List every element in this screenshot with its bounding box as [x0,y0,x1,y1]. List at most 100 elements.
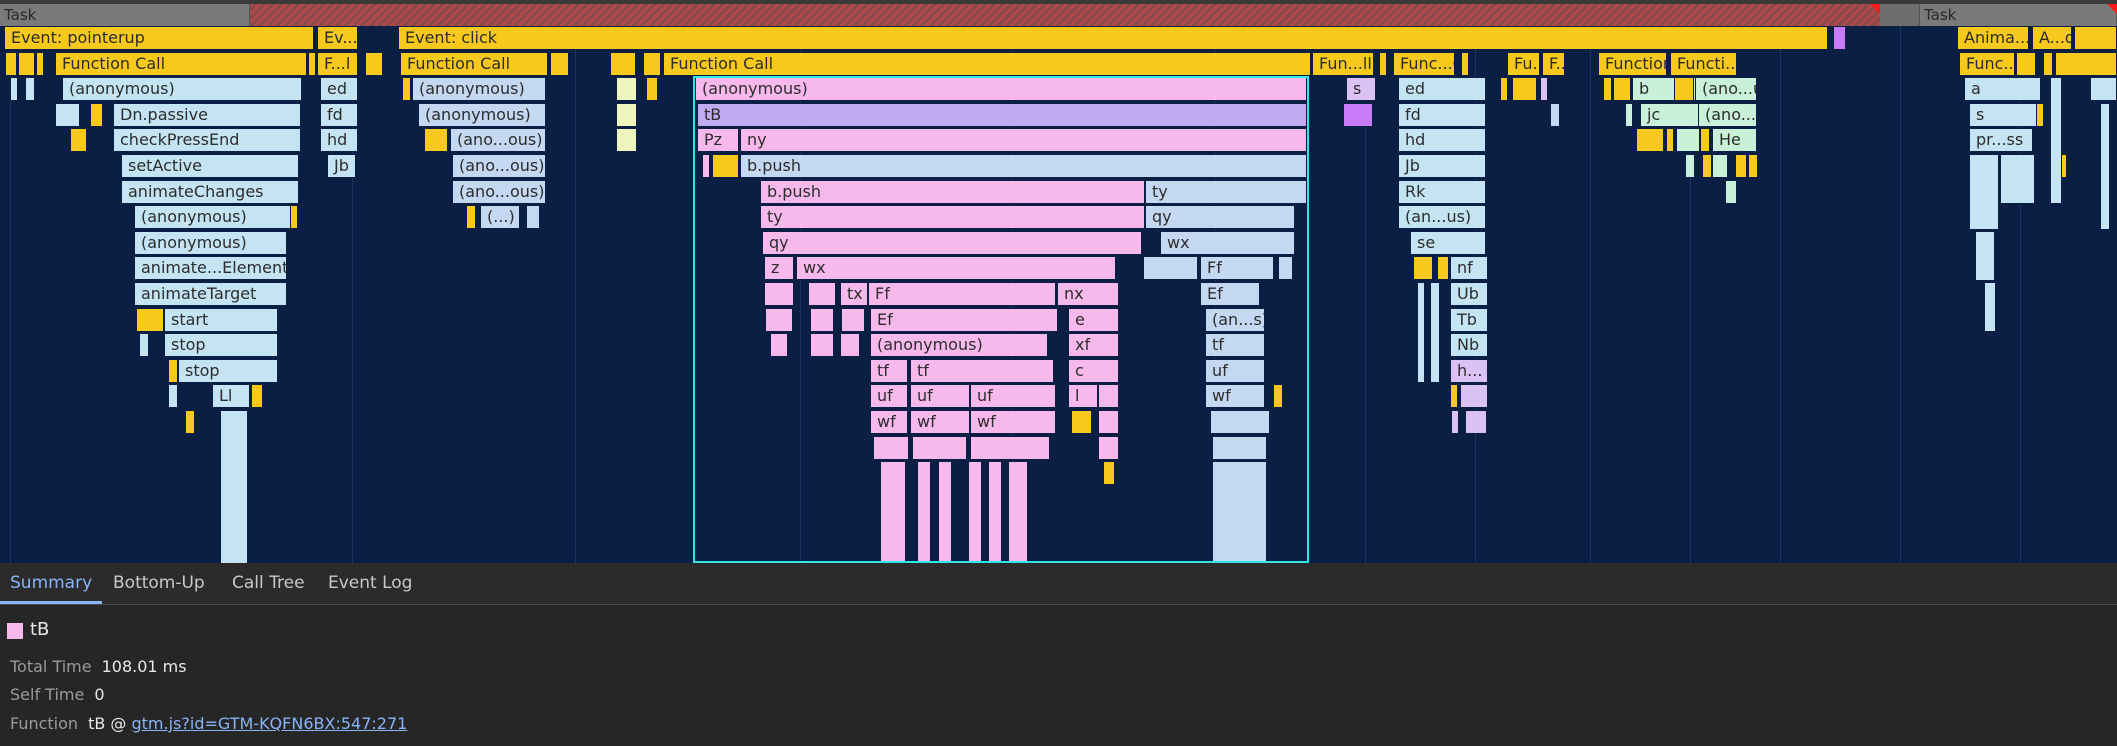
flame-frame[interactable]: wx [796,256,1116,281]
flame-frame[interactable]: (anonymous) [134,230,287,255]
source-link[interactable]: gtm.js?id=GTM-KQFN6BX:547:271 [132,714,408,733]
flame-frame[interactable] [988,461,1002,563]
flame-frame[interactable] [1103,461,1115,486]
flame-frame[interactable] [1700,128,1710,153]
flame-frame[interactable]: Ll [212,384,250,409]
flame-frame[interactable]: ty [1145,179,1307,204]
flame-frame[interactable]: (...) [480,205,520,230]
flame-frame[interactable]: nx [1057,282,1119,306]
flame-frame[interactable]: Dn.passive [113,102,301,127]
flame-frame[interactable] [185,410,195,434]
flame-frame[interactable] [5,51,17,76]
selected-frame[interactable]: (anonymous) [695,77,1307,102]
tab-summary[interactable]: Summary [0,563,103,604]
flame-frame[interactable] [970,435,1050,460]
flame-frame[interactable] [1430,282,1440,384]
flame-frame[interactable]: hd [320,128,358,153]
flame-frame[interactable] [1273,384,1283,409]
flame-frame[interactable] [2043,51,2053,76]
flame-frame[interactable] [873,435,909,460]
flame-frame[interactable]: l [1068,384,1098,409]
flame-frame[interactable] [2100,102,2110,230]
flame-frame[interactable] [810,333,834,358]
flame-frame[interactable] [1725,179,1737,204]
flame-frame[interactable]: Ff [868,282,1056,306]
selected-frame-tB[interactable]: tB [697,102,1307,127]
flame-frame[interactable] [1212,435,1267,460]
flame-frame[interactable] [1210,410,1270,434]
flame-frame[interactable]: Jb [327,154,356,178]
flame-frame[interactable] [25,77,35,102]
flame-frame[interactable] [550,51,569,76]
flame-frame[interactable] [365,51,383,76]
event-pointerup-2[interactable]: Ev...up [317,26,358,50]
flame-frame[interactable] [643,51,661,76]
flame-frame[interactable]: ny [740,128,1307,153]
flame-frame[interactable]: s [1346,77,1376,102]
function-call[interactable]: Function Call [55,51,307,76]
flame-frame[interactable]: (anonymous) [418,102,546,127]
flame-frame[interactable] [765,307,793,332]
flame-frame[interactable] [18,51,35,76]
flame-frame[interactable] [1676,128,1700,153]
flame-frame[interactable] [1512,77,1537,102]
flame-frame[interactable]: h... [1450,358,1488,383]
flame-frame[interactable] [712,154,739,178]
flame-frame[interactable]: animateChanges [121,179,299,204]
tab-call-tree[interactable]: Call Tree [222,563,315,604]
flame-frame[interactable] [1603,77,1612,102]
flame-chart[interactable]: Task Task Event: pointerupEv...up Event: … [0,0,2117,563]
flame-frame[interactable]: pr...ss [1969,128,2033,153]
flame-frame[interactable]: Ub [1450,282,1488,306]
flame-frame[interactable] [1975,230,1995,281]
event-animation-frame-2[interactable]: A...d [2032,26,2072,50]
flame-frame[interactable]: wf [1205,384,1265,409]
flame-frame[interactable] [912,435,967,460]
function-call[interactable]: Functi... Call [1670,51,1737,76]
flame-frame[interactable]: fd [1398,102,1486,127]
event-pointerup[interactable]: Event: pointerup [4,26,314,50]
flame-frame[interactable] [136,307,164,332]
flame-frame[interactable] [168,358,178,383]
flame-frame[interactable] [1417,282,1425,384]
function-call[interactable]: Func...all [1959,51,2015,76]
flame-frame[interactable] [1098,435,1119,460]
flame-frame[interactable] [2036,102,2044,127]
flame-frame[interactable] [466,205,476,230]
flame-frame[interactable] [616,128,637,153]
flame-frame[interactable] [1008,461,1028,563]
flame-frame[interactable] [424,128,448,153]
flame-frame[interactable] [810,307,834,332]
flame-frame[interactable]: wf [910,410,970,434]
flame-frame[interactable]: (anonymous) [62,77,302,102]
flame-frame[interactable] [1685,154,1695,178]
flame-frame[interactable]: (ano...ous) [452,154,546,178]
function-call[interactable]: Fun...ll [1312,51,1374,76]
flame-frame[interactable]: Ef [870,307,1058,332]
function-call[interactable]: F...l [317,51,358,76]
flame-frame[interactable]: jc [1640,102,1700,127]
flame-frame[interactable] [1460,384,1488,409]
function-call[interactable]: Function Call [1598,51,1667,76]
flame-frame[interactable]: a [1964,77,2041,102]
flame-frame[interactable]: qy [1145,205,1295,230]
flame-frame[interactable]: ty [760,205,1145,230]
flame-frame[interactable] [646,77,658,102]
flame-frame[interactable] [1550,102,1560,127]
function-call[interactable]: Function Call [663,51,1311,76]
flame-frame[interactable]: (ano...us) [1698,102,1757,127]
flame-frame[interactable]: setActive [121,154,299,178]
flame-frame[interactable] [616,102,637,127]
flame-frame[interactable]: (ano...us) [1695,77,1757,102]
flame-frame[interactable] [2016,51,2036,76]
flame-frame[interactable] [1465,410,1487,434]
flame-frame[interactable]: Pz [697,128,739,153]
flame-frame[interactable]: fd [320,102,358,127]
flame-frame[interactable] [168,384,178,409]
flame-frame[interactable] [10,77,18,102]
flame-frame[interactable] [1984,282,1996,333]
flame-frame[interactable]: animate...Element [134,256,287,281]
flame-frame[interactable]: uf [870,384,908,409]
flame-frame[interactable] [2050,77,2062,205]
flame-frame[interactable] [1613,77,1631,102]
